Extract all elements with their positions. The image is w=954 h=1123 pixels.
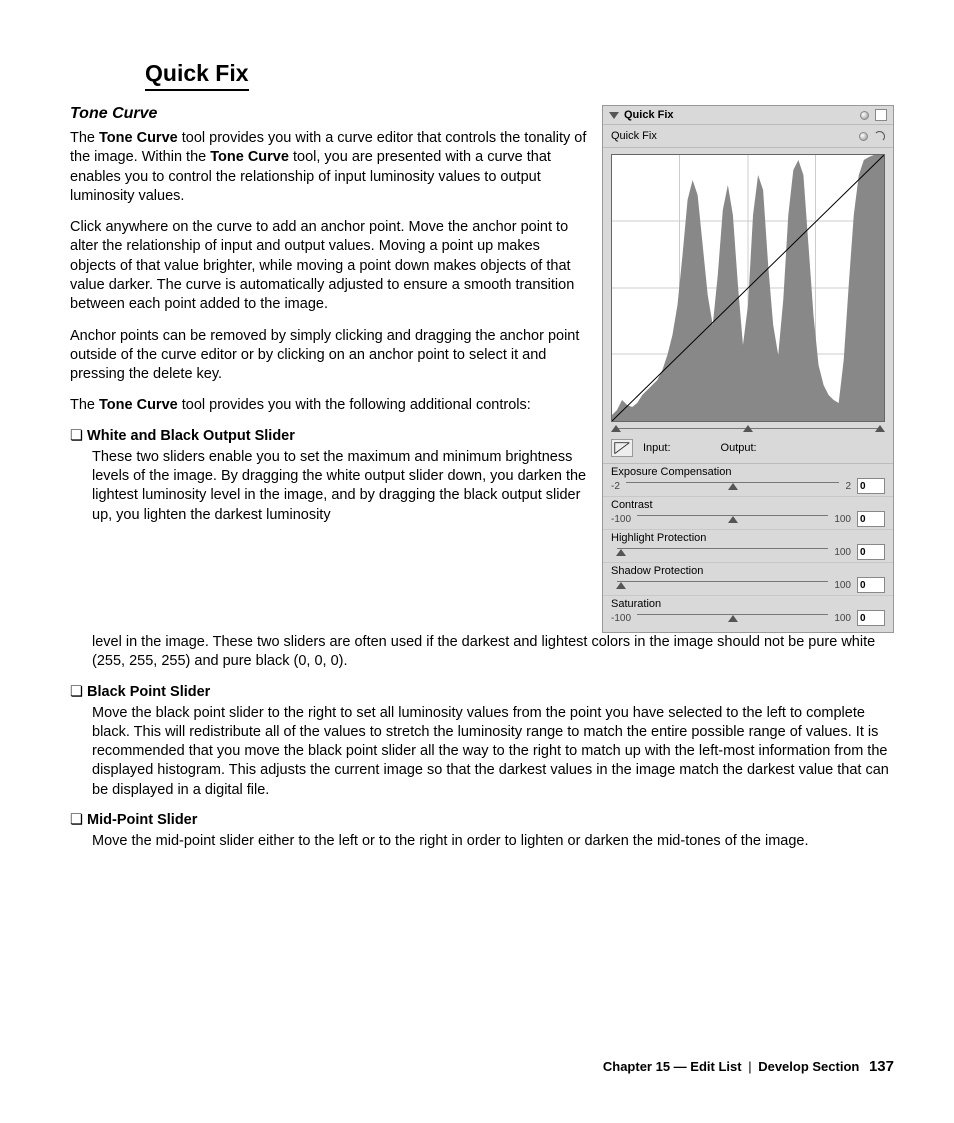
control-label: Shadow Protection bbox=[611, 565, 885, 577]
term: Tone Curve bbox=[210, 149, 289, 165]
text: tool provides you with the following add… bbox=[178, 397, 531, 413]
slider-rail[interactable] bbox=[637, 612, 828, 624]
slider-value-input[interactable] bbox=[857, 478, 885, 494]
bullet-head-3: Mid-Point Slider bbox=[70, 812, 894, 828]
slider-rail[interactable] bbox=[617, 546, 828, 558]
footer-section: Develop Section bbox=[758, 1059, 859, 1074]
slider-rail[interactable] bbox=[617, 579, 828, 591]
reset-icon[interactable] bbox=[874, 131, 885, 142]
bullet-head-1: White and Black Output Slider bbox=[70, 428, 588, 444]
control-label: Contrast bbox=[611, 499, 885, 511]
control-contrast: Contrast -100 100 bbox=[603, 497, 893, 530]
panel-subheader: Quick Fix bbox=[603, 125, 893, 148]
curve-mode-button[interactable] bbox=[611, 439, 633, 457]
term: Tone Curve bbox=[99, 397, 178, 413]
slider-handle[interactable] bbox=[616, 549, 626, 556]
paragraph-4: The Tone Curve tool provides you with th… bbox=[70, 396, 588, 415]
slider-rail[interactable] bbox=[637, 513, 828, 525]
status-dot-icon[interactable] bbox=[860, 111, 869, 120]
section-subhead: Tone Curve bbox=[70, 105, 588, 123]
slider-min: -100 bbox=[611, 613, 631, 624]
slider-value-input[interactable] bbox=[857, 511, 885, 527]
footer-chapter: Chapter 15 — Edit List bbox=[603, 1059, 742, 1074]
control-exposure-compensation: Exposure Compensation -2 2 bbox=[603, 464, 893, 497]
slider-value-input[interactable] bbox=[857, 544, 885, 560]
control-label: Exposure Compensation bbox=[611, 466, 885, 478]
slider-max: 100 bbox=[834, 547, 851, 558]
page-title: Quick Fix bbox=[145, 60, 249, 91]
panel-header[interactable]: Quick Fix bbox=[603, 106, 893, 125]
output-label: Output: bbox=[721, 442, 757, 454]
slider-value-input[interactable] bbox=[857, 577, 885, 593]
bullet-head-2: Black Point Slider bbox=[70, 684, 894, 700]
page-number: 137 bbox=[869, 1058, 894, 1075]
slider-min: -2 bbox=[611, 481, 620, 492]
control-label: Saturation bbox=[611, 598, 885, 610]
panel-subtitle: Quick Fix bbox=[611, 130, 855, 142]
slider-min: -100 bbox=[611, 514, 631, 525]
bullet-body-1-partial: These two sliders enable you to set the … bbox=[92, 448, 588, 525]
control-saturation: Saturation -100 100 bbox=[603, 596, 893, 632]
tone-curve-editor[interactable] bbox=[611, 154, 885, 422]
slider-max: 2 bbox=[845, 481, 851, 492]
black-point-handle[interactable] bbox=[611, 425, 621, 432]
slider-max: 100 bbox=[834, 580, 851, 591]
slider-handle[interactable] bbox=[728, 615, 738, 622]
paragraph-2: Click anywhere on the curve to add an an… bbox=[70, 218, 588, 314]
control-shadow-protection: Shadow Protection 100 bbox=[603, 563, 893, 596]
checkbox[interactable] bbox=[875, 109, 887, 121]
paragraph-3: Anchor points can be removed by simply c… bbox=[70, 327, 588, 385]
text: The bbox=[70, 130, 99, 146]
text: The bbox=[70, 397, 99, 413]
control-label: Highlight Protection bbox=[611, 532, 885, 544]
bullet-body-1-cont: level in the image. These two sliders ar… bbox=[92, 633, 894, 672]
white-point-handle[interactable] bbox=[875, 425, 885, 432]
panel-title: Quick Fix bbox=[624, 109, 856, 121]
slider-rail[interactable] bbox=[626, 480, 840, 492]
mid-point-handle[interactable] bbox=[743, 425, 753, 432]
input-output-row: Input: Output: bbox=[603, 434, 893, 464]
input-label: Input: bbox=[643, 442, 671, 454]
slider-value-input[interactable] bbox=[857, 610, 885, 626]
slider-handle[interactable] bbox=[728, 516, 738, 523]
status-dot-icon[interactable] bbox=[859, 132, 868, 141]
term: Tone Curve bbox=[99, 130, 178, 146]
bullet-body-3: Move the mid-point slider either to the … bbox=[92, 832, 894, 851]
slider-max: 100 bbox=[834, 613, 851, 624]
black-white-point-slider[interactable] bbox=[611, 424, 885, 434]
page-footer: Chapter 15 — Edit List | Develop Section… bbox=[603, 1058, 894, 1075]
paragraph-1: The Tone Curve tool provides you with a … bbox=[70, 129, 588, 206]
slider-handle[interactable] bbox=[728, 483, 738, 490]
bullet-body-2: Move the black point slider to the right… bbox=[92, 704, 894, 800]
slider-max: 100 bbox=[834, 514, 851, 525]
quick-fix-panel: Quick Fix Quick Fix bbox=[602, 105, 894, 633]
slider-handle[interactable] bbox=[616, 582, 626, 589]
collapse-icon[interactable] bbox=[609, 112, 619, 119]
control-highlight-protection: Highlight Protection 100 bbox=[603, 530, 893, 563]
